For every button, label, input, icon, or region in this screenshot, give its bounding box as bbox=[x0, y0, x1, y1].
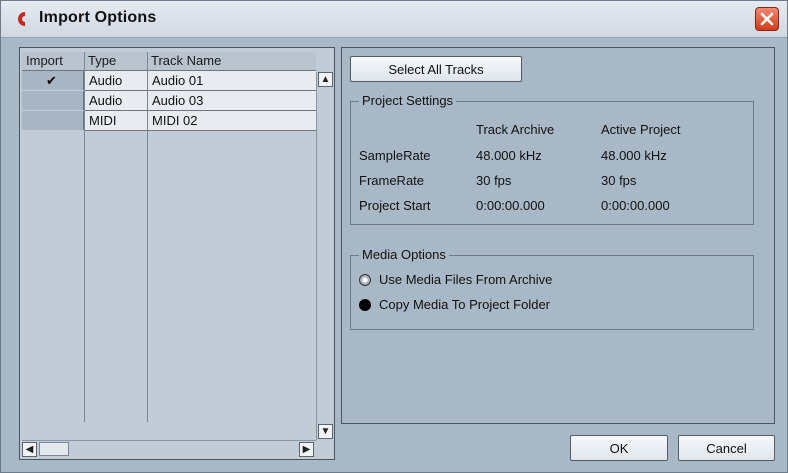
scroll-thumb[interactable] bbox=[39, 442, 69, 456]
import-checkbox[interactable] bbox=[22, 111, 84, 130]
scroll-right-arrow-icon[interactable]: ▶ bbox=[299, 442, 314, 457]
project-settings-group: Project Settings Track Archive Active Pr… bbox=[350, 93, 754, 225]
use-media-files-label: Use Media Files From Archive bbox=[379, 272, 553, 287]
framerate-active-value: 30 fps bbox=[601, 173, 637, 188]
project-start-label: Project Start bbox=[359, 198, 431, 213]
horizontal-scrollbar[interactable]: ◀ ▶ bbox=[22, 440, 316, 458]
track-list[interactable]: Import Type Track Name ✔ Audio Audio 01 … bbox=[19, 47, 335, 460]
media-options-title: Media Options bbox=[359, 247, 449, 262]
track-type: MIDI bbox=[85, 111, 147, 131]
title-bar[interactable]: Import Options bbox=[1, 1, 787, 38]
framerate-archive-value: 30 fps bbox=[476, 173, 512, 188]
select-all-tracks-button[interactable]: Select All Tracks bbox=[350, 56, 522, 82]
samplerate-label: SampleRate bbox=[359, 148, 431, 163]
project-settings-title: Project Settings bbox=[359, 93, 457, 108]
scroll-up-arrow-icon[interactable]: ▲ bbox=[318, 72, 333, 87]
column-header-import[interactable]: Import bbox=[22, 52, 84, 71]
use-media-files-option[interactable]: Use Media Files From Archive bbox=[359, 272, 659, 290]
framerate-label: FrameRate bbox=[359, 173, 425, 188]
close-icon bbox=[760, 12, 774, 26]
close-button[interactable] bbox=[755, 7, 779, 31]
copy-media-label: Copy Media To Project Folder bbox=[379, 297, 551, 312]
vertical-scrollbar[interactable]: ▲ ▼ bbox=[316, 72, 334, 440]
column-header-type[interactable]: Type bbox=[84, 52, 147, 71]
track-name: MIDI 02 bbox=[148, 111, 316, 131]
radio-selected-icon[interactable] bbox=[359, 299, 371, 311]
dialog-title: Import Options bbox=[39, 9, 157, 26]
import-checkbox[interactable]: ✔ bbox=[22, 71, 84, 90]
samplerate-archive-value: 48.000 kHz bbox=[476, 148, 542, 163]
cubase-logo-icon bbox=[13, 10, 31, 28]
options-panel: Select All Tracks Project Settings Track… bbox=[341, 47, 775, 424]
track-archive-header: Track Archive bbox=[476, 122, 555, 137]
column-header-track-name[interactable]: Track Name bbox=[147, 52, 316, 71]
ok-button[interactable]: OK bbox=[570, 435, 668, 461]
track-type: Audio bbox=[85, 71, 147, 91]
project-start-active-value: 0:00:00.000 bbox=[601, 198, 670, 213]
track-type: Audio bbox=[85, 91, 147, 111]
checkmark-icon: ✔ bbox=[46, 73, 57, 88]
active-project-header: Active Project bbox=[601, 122, 681, 137]
import-checkbox[interactable] bbox=[22, 91, 84, 110]
scroll-down-arrow-icon[interactable]: ▼ bbox=[318, 424, 333, 439]
track-name: Audio 03 bbox=[148, 91, 316, 111]
import-options-dialog: Import Options Import Type Track Name ✔ … bbox=[0, 0, 788, 473]
scroll-left-arrow-icon[interactable]: ◀ bbox=[22, 442, 37, 457]
cancel-button[interactable]: Cancel bbox=[678, 435, 775, 461]
radio-unselected-icon[interactable] bbox=[359, 274, 371, 286]
samplerate-active-value: 48.000 kHz bbox=[601, 148, 667, 163]
track-name: Audio 01 bbox=[148, 71, 316, 91]
project-start-archive-value: 0:00:00.000 bbox=[476, 198, 545, 213]
media-options-group: Media Options Use Media Files From Archi… bbox=[350, 247, 754, 330]
copy-media-option[interactable]: Copy Media To Project Folder bbox=[359, 297, 659, 315]
